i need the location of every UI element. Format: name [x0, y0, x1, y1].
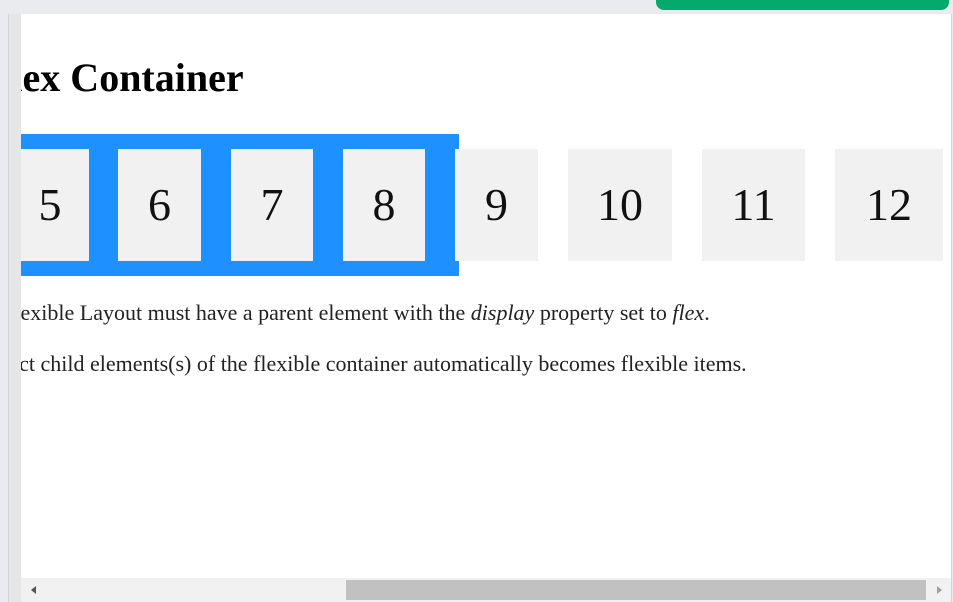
flex-item: 8: [343, 149, 425, 261]
flex-item: 7: [231, 149, 313, 261]
left-gutter: [9, 14, 21, 602]
scroll-left-arrow-icon[interactable]: [23, 578, 43, 602]
para1-em-display: display: [470, 300, 535, 325]
para1-em-flex: flex: [672, 300, 705, 325]
page-title: Flex Container: [21, 55, 244, 100]
note-paragraph: Direct child elements(s) of the flexible…: [21, 351, 747, 376]
browser-window: Flex Container 5 6 7 8 9 10 11 12 A Flex…: [0, 0, 953, 602]
flex-item: 6: [118, 149, 201, 261]
description-paragraph: A Flexible Layout must have a parent ele…: [21, 299, 710, 327]
flex-item: 9: [455, 149, 538, 261]
flex-item: 11: [702, 149, 805, 261]
scroll-right-arrow-icon[interactable]: [929, 578, 949, 602]
flex-item: 5: [21, 149, 89, 261]
flex-item: 10: [568, 149, 672, 261]
page-content: Flex Container 5 6 7 8 9 10 11 12 A Flex…: [21, 14, 951, 578]
top-accent-button[interactable]: [656, 0, 949, 10]
para1-prefix: A Flexible Layout must have a parent ele…: [21, 300, 471, 325]
page-viewport: Flex Container 5 6 7 8 9 10 11 12 A Flex…: [8, 14, 952, 602]
horizontal-scrollbar[interactable]: [21, 578, 951, 602]
flex-item: 12: [835, 149, 943, 261]
scrollbar-thumb[interactable]: [346, 580, 926, 600]
para1-suffix: .: [704, 300, 710, 325]
para1-middle: property set to: [534, 300, 673, 325]
left-frame-bar: [0, 14, 8, 602]
